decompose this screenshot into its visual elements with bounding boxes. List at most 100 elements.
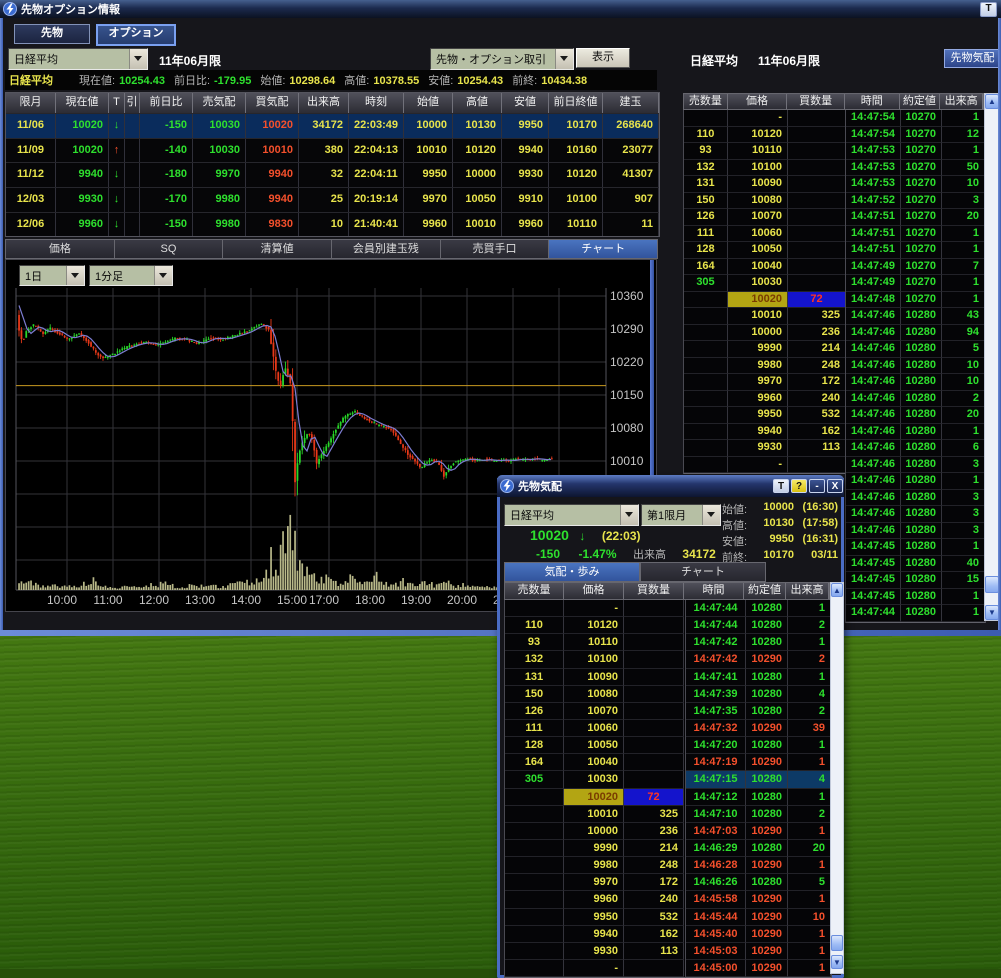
tab-item[interactable]: 売買手口 (441, 239, 550, 259)
futures-quote-button[interactable]: 先物気配 (944, 49, 1001, 68)
tape-row[interactable]: 14:47:46102803 (846, 523, 985, 540)
depth-row[interactable]: 9310110 (684, 143, 847, 160)
tape-row[interactable]: 14:47:461028010 (846, 358, 985, 375)
depth-row[interactable]: 10000236 (505, 823, 686, 840)
chevron-down-icon[interactable] (702, 505, 720, 525)
depth-row[interactable]: 9950532 (684, 407, 847, 424)
tape-row[interactable]: 14:47:46102803 (846, 490, 985, 507)
tab-item[interactable]: 会員別建玉残 (332, 239, 441, 259)
tape-row[interactable]: 14:47:20102801 (686, 737, 831, 754)
depth-row[interactable]: 9950532 (505, 909, 686, 926)
depth-row[interactable]: 15010080 (684, 193, 847, 210)
tape-row[interactable]: 14:47:12102801 (686, 789, 831, 806)
scroll-down-icon[interactable]: ▼ (831, 955, 843, 969)
tape-row[interactable]: 14:45:58102901 (686, 891, 831, 908)
depth-row[interactable]: 12610070 (684, 209, 847, 226)
tape-row[interactable]: 14:47:46102801 (846, 473, 985, 490)
tape-row[interactable]: 14:47:03102901 (686, 823, 831, 840)
tape-row[interactable]: 14:45:441029010 (686, 909, 831, 926)
chevron-down-icon[interactable] (620, 505, 638, 525)
tape-row[interactable]: 14:47:51102701 (846, 242, 985, 259)
tape-row[interactable]: 14:47:511027020 (846, 209, 985, 226)
popup-t-button[interactable]: T (773, 479, 789, 493)
depth-row[interactable]: 11010120 (505, 617, 686, 634)
depth-row[interactable]: 9930113 (505, 943, 686, 960)
column-header[interactable]: 価格 (728, 94, 788, 109)
column-header[interactable]: 前日終値 (549, 93, 603, 113)
column-header[interactable]: 売気配 (193, 93, 246, 113)
column-header[interactable]: 始値 (404, 93, 453, 113)
tab-active[interactable]: チャート (549, 239, 658, 259)
popup-minimize-button[interactable]: - (809, 479, 825, 493)
tape-row[interactable]: 14:47:46102803 (846, 506, 985, 523)
tape-row[interactable]: 14:47:10102802 (686, 806, 831, 823)
depth-row[interactable]: 13210100 (684, 160, 847, 177)
tape-row[interactable]: 14:47:53102701 (846, 143, 985, 160)
column-header[interactable]: 高値 (453, 93, 502, 113)
column-header[interactable]: 時間 (684, 583, 744, 599)
column-header[interactable]: 約定値 (744, 583, 786, 599)
depth-row[interactable]: 9940162 (505, 926, 686, 943)
depth-row[interactable]: 10010325 (684, 308, 847, 325)
tape-row[interactable]: 14:46:28102901 (686, 857, 831, 874)
tape-row[interactable]: 14:47:54102701 (846, 110, 985, 127)
depth-row[interactable]: 10010325 (505, 806, 686, 823)
depth-row[interactable]: 13110090 (684, 176, 847, 193)
depth-row[interactable]: 10000236 (684, 325, 847, 342)
tape-row[interactable]: 14:47:44102801 (846, 605, 985, 622)
tape-row[interactable]: 14:47:461028094 (846, 325, 985, 342)
popup-index-select[interactable]: 日経平均 (504, 504, 639, 526)
depth-row[interactable]: 30510030 (684, 275, 847, 292)
scroll-up-icon[interactable]: ▲ (831, 583, 843, 597)
show-button[interactable]: 表示 (576, 48, 630, 68)
popup-close-button[interactable]: X (827, 479, 843, 493)
column-header[interactable]: 約定値 (900, 94, 941, 109)
title-t-button[interactable]: T (980, 2, 997, 17)
scroll-down-icon[interactable]: ▼ (985, 605, 999, 620)
tape-row[interactable]: 14:47:45102801 (846, 589, 985, 606)
tape-row[interactable]: 14:47:46102806 (846, 440, 985, 457)
column-header[interactable]: 価格 (564, 583, 624, 599)
tape-row[interactable]: 14:47:46102803 (846, 457, 985, 474)
tab-item[interactable]: 清算値 (223, 239, 332, 259)
column-header[interactable]: 売数量 (684, 94, 728, 109)
tape-row[interactable]: 14:47:41102801 (686, 669, 831, 686)
column-header[interactable]: 建玉 (603, 93, 659, 113)
trade-type-select[interactable]: 先物・オプション取引 (430, 48, 574, 70)
column-header[interactable]: 時間 (845, 94, 900, 109)
depth-row[interactable]: 16410040 (505, 754, 686, 771)
scroll-up-icon[interactable]: ▲ (985, 94, 999, 109)
tape-row[interactable]: 14:47:45102801 (846, 539, 985, 556)
depth-row[interactable]: 15010080 (505, 686, 686, 703)
tape-row[interactable]: 14:47:461028010 (846, 374, 985, 391)
depth-row[interactable]: 30510030 (505, 771, 686, 788)
futures-table-row[interactable]: 11/0610020↓-15010030100203417222:03:4910… (6, 113, 659, 138)
depth-row[interactable]: - (684, 110, 847, 127)
options-nav-button[interactable]: オプション (96, 24, 176, 46)
depth-row[interactable]: - (684, 457, 847, 474)
popup-tab-active[interactable]: 気配・歩み (504, 562, 640, 582)
depth-row[interactable]: 11010120 (684, 127, 847, 144)
tape-row[interactable]: 14:47:49102701 (846, 275, 985, 292)
tape-row[interactable]: 14:47:46102802 (846, 391, 985, 408)
tab-item[interactable]: SQ (115, 239, 224, 259)
chevron-down-icon[interactable] (129, 49, 147, 69)
column-header[interactable]: 買数量 (787, 94, 845, 109)
tape-row[interactable]: 14:47:35102802 (686, 703, 831, 720)
tape-row[interactable]: 14:47:42102801 (686, 634, 831, 651)
column-header[interactable]: 限月 (6, 93, 56, 113)
chevron-down-icon[interactable] (555, 49, 573, 69)
scroll-thumb[interactable] (985, 576, 999, 593)
tape-row[interactable]: 14:47:461028020 (846, 407, 985, 424)
tape-row[interactable]: 14:46:291028020 (686, 840, 831, 857)
depth-row[interactable]: 9960240 (684, 391, 847, 408)
column-header[interactable]: 時刻 (349, 93, 404, 113)
tape-row[interactable]: 14:47:19102901 (686, 754, 831, 771)
depth-row[interactable]: 11110060 (684, 226, 847, 243)
tape-row[interactable]: 14:47:461028043 (846, 308, 985, 325)
tape-row[interactable]: 14:47:51102701 (846, 226, 985, 243)
futures-table-row[interactable]: 11/0910020↑-140100301001038022:04:131001… (6, 138, 659, 163)
futures-table-row[interactable]: 11/129940↓-180997099403222:04:1199501000… (6, 162, 659, 187)
depth-row[interactable]: 9970172 (684, 374, 847, 391)
tape-row[interactable]: 14:45:40102901 (686, 926, 831, 943)
